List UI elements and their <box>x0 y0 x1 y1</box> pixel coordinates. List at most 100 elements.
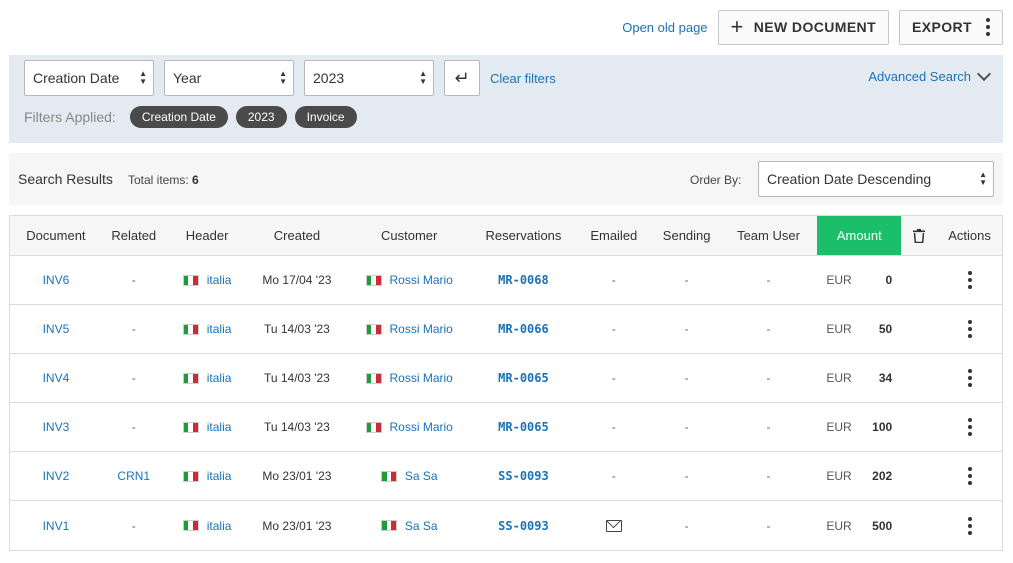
currency: EUR <box>826 518 852 533</box>
team-user-value: - <box>766 273 771 287</box>
more-vertical-icon[interactable] <box>967 418 972 436</box>
document-link[interactable]: INV5 <box>43 322 70 336</box>
export-button[interactable]: EXPORT <box>899 9 1003 45</box>
total-items: Total items: 6 <box>128 173 199 187</box>
header-link[interactable]: italia <box>207 420 232 434</box>
customer-link[interactable]: Rossi Mario <box>390 371 453 385</box>
more-vertical-icon <box>986 18 990 36</box>
customer-link[interactable]: Rossi Mario <box>390 420 453 434</box>
filter-field-select[interactable]: Creation Date ▲ ▼ <box>24 60 154 96</box>
more-vertical-icon[interactable] <box>967 369 972 387</box>
delete-column-header[interactable] <box>901 216 937 255</box>
team-user-value: - <box>766 420 771 434</box>
document-link[interactable]: INV4 <box>43 371 70 385</box>
document-link[interactable]: INV3 <box>43 420 70 434</box>
emailed-value: - <box>611 371 616 385</box>
related-document[interactable]: CRN1 <box>117 469 150 483</box>
column-header-amount[interactable]: Amount <box>817 216 902 255</box>
header-link[interactable]: italia <box>207 371 232 385</box>
currency: EUR <box>826 469 852 483</box>
header-link[interactable]: italia <box>207 322 232 336</box>
filter-value-select[interactable]: 2023 ▲ ▼ <box>304 60 434 96</box>
reservation-link[interactable]: MR-0065 <box>498 420 549 434</box>
created-date: Tu 14/03 '23 <box>263 420 330 434</box>
column-header-emailed[interactable]: Emailed <box>574 216 654 255</box>
clear-filters-link[interactable]: Clear filters <box>490 71 556 86</box>
column-header-related[interactable]: Related <box>102 216 166 255</box>
top-toolbar: Open old page + NEW DOCUMENT EXPORT <box>622 9 1003 45</box>
export-label: EXPORT <box>912 19 972 35</box>
table-row[interactable]: INV6 - italia Mo 17/04 '23 Rossi Mario MR-006… <box>10 256 1002 305</box>
document-link[interactable]: INV6 <box>43 273 70 287</box>
column-header-header[interactable]: Header <box>166 216 249 255</box>
customer-link[interactable]: Rossi Mario <box>390 273 453 287</box>
header-link[interactable]: italia <box>207 273 232 287</box>
column-header-document[interactable]: Document <box>10 216 102 255</box>
column-header-actions: Actions <box>948 228 991 243</box>
filter-chip[interactable]: Creation Date <box>129 106 228 128</box>
reservation-link[interactable]: MR-0068 <box>498 273 549 287</box>
search-results-bar: Search Results Total items: 6 Order By: … <box>9 153 1003 205</box>
more-vertical-icon[interactable] <box>967 516 972 535</box>
created-date: Mo 17/04 '23 <box>262 273 332 287</box>
column-header-sending[interactable]: Sending <box>654 216 720 255</box>
new-document-button[interactable]: + NEW DOCUMENT <box>717 9 890 45</box>
customer-link[interactable]: Rossi Mario <box>390 322 453 336</box>
customer-link[interactable]: Sa Sa <box>405 519 438 533</box>
italy-flag-icon <box>365 372 382 384</box>
italy-flag-icon <box>182 520 199 531</box>
sending-value: - <box>684 371 689 385</box>
more-vertical-icon[interactable] <box>967 320 972 338</box>
column-header-reservations[interactable]: Reservations <box>473 216 574 255</box>
order-by-select[interactable]: Creation Date Descending ▲ ▼ <box>758 161 994 197</box>
emailed-value: - <box>611 469 616 483</box>
mail-icon[interactable] <box>605 519 622 532</box>
order-by-value: Creation Date Descending <box>767 171 932 187</box>
table-body: INV6 - italia Mo 17/04 '23 Rossi Mario MR-006… <box>10 256 1002 550</box>
reservation-link[interactable]: MR-0066 <box>498 322 549 336</box>
advanced-search-toggle[interactable]: Advanced Search <box>868 66 992 84</box>
table-row[interactable]: INV3 - italia Tu 14/03 '23 Rossi Mario MR-006… <box>10 403 1002 452</box>
reservation-link[interactable]: SS-0093 <box>498 469 549 483</box>
table-row[interactable]: INV1 - italia Mo 23/01 '23 Sa Sa SS-0093 - - EUR… <box>10 501 1002 550</box>
applied-filters: Filters Applied: Creation Date 2023 Invo… <box>24 106 357 128</box>
new-document-label: NEW DOCUMENT <box>753 19 877 35</box>
created-date: Tu 14/03 '23 <box>263 371 330 385</box>
reservation-link[interactable]: SS-0093 <box>498 519 549 533</box>
more-vertical-icon[interactable] <box>967 467 972 485</box>
table-row[interactable]: INV4 - italia Tu 14/03 '23 Rossi Mario MR-006… <box>10 354 1002 403</box>
italy-flag-icon <box>182 421 199 433</box>
team-user-value: - <box>766 469 771 483</box>
team-user-value: - <box>766 371 771 385</box>
related-document: - <box>131 371 136 385</box>
filter-chip[interactable]: 2023 <box>235 106 287 128</box>
column-header-team-user[interactable]: Team User <box>720 216 818 255</box>
italy-flag-icon <box>380 520 397 531</box>
table-row[interactable]: INV5 - italia Tu 14/03 '23 Rossi Mario MR-006… <box>10 305 1002 354</box>
document-link[interactable]: INV2 <box>43 469 70 483</box>
filters-panel: Creation Date ▲ ▼ Year ▲ ▼ 2023 ▲ ▼ ↵ Clear… <box>9 55 1003 143</box>
apply-filter-button[interactable]: ↵ <box>444 60 480 96</box>
return-arrow-icon: ↵ <box>454 67 470 88</box>
header-link[interactable]: italia <box>207 519 232 533</box>
filter-chip[interactable]: Invoice <box>294 106 357 128</box>
italy-flag-icon <box>182 372 199 384</box>
reservation-link[interactable]: MR-0065 <box>498 371 549 385</box>
currency: EUR <box>826 273 852 287</box>
filter-period-select[interactable]: Year ▲ ▼ <box>164 60 294 96</box>
order-by-label: Order By: <box>690 173 742 187</box>
open-old-page-link[interactable]: Open old page <box>622 20 707 35</box>
advanced-search-link[interactable]: Advanced Search <box>868 69 971 84</box>
currency: EUR <box>826 371 852 385</box>
customer-link[interactable]: Sa Sa <box>405 469 438 483</box>
header-link[interactable]: italia <box>207 469 232 483</box>
more-vertical-icon[interactable] <box>967 271 972 289</box>
table-row[interactable]: INV2 CRN1 italia Mo 23/01 '23 Sa Sa SS-0093 - -… <box>10 452 1002 501</box>
column-header-customer[interactable]: Customer <box>345 216 473 255</box>
trash-icon <box>913 228 926 243</box>
amount-value: 50 <box>878 322 893 336</box>
column-header-created[interactable]: Created <box>249 216 346 255</box>
amount-value: 34 <box>878 371 893 385</box>
italy-flag-icon <box>380 470 397 482</box>
document-link[interactable]: INV1 <box>43 519 70 533</box>
